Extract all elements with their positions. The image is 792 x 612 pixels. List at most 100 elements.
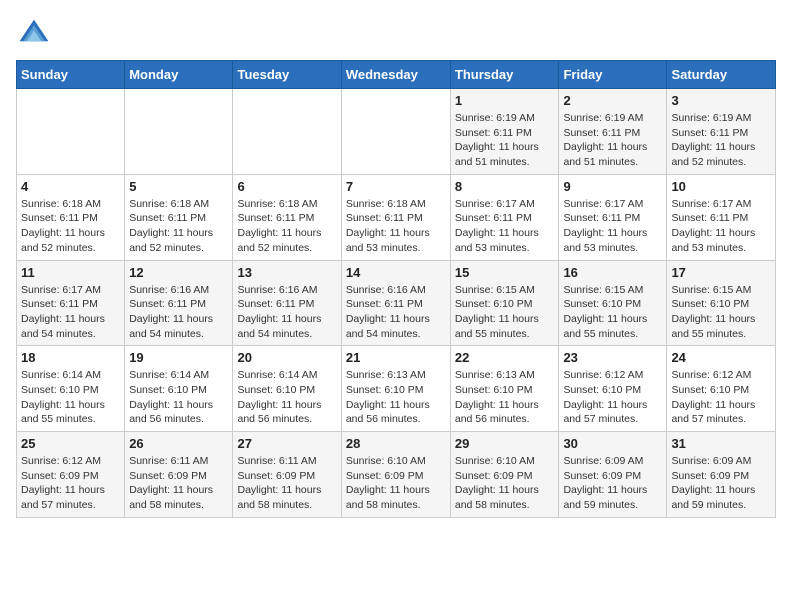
day-info: Sunrise: 6:12 AMSunset: 6:10 PMDaylight:… <box>563 368 662 427</box>
header-sunday: Sunday <box>17 61 125 89</box>
day-info: Sunrise: 6:17 AMSunset: 6:11 PMDaylight:… <box>671 197 771 256</box>
calendar-week-row: 4 Sunrise: 6:18 AMSunset: 6:11 PMDaylight… <box>17 174 776 260</box>
day-info: Sunrise: 6:10 AMSunset: 6:09 PMDaylight:… <box>346 454 446 513</box>
day-info: Sunrise: 6:14 AMSunset: 6:10 PMDaylight:… <box>21 368 120 427</box>
header-friday: Friday <box>559 61 667 89</box>
day-number: 4 <box>21 179 120 194</box>
calendar-cell: 21 Sunrise: 6:13 AMSunset: 6:10 PMDayligh… <box>341 346 450 432</box>
day-info: Sunrise: 6:09 AMSunset: 6:09 PMDaylight:… <box>671 454 771 513</box>
calendar-cell: 13 Sunrise: 6:16 AMSunset: 6:11 PMDayligh… <box>233 260 341 346</box>
calendar-cell: 1 Sunrise: 6:19 AMSunset: 6:11 PMDaylight… <box>450 89 559 175</box>
day-info: Sunrise: 6:14 AMSunset: 6:10 PMDaylight:… <box>237 368 336 427</box>
day-number: 7 <box>346 179 446 194</box>
calendar-cell: 29 Sunrise: 6:10 AMSunset: 6:09 PMDayligh… <box>450 432 559 518</box>
calendar-cell: 26 Sunrise: 6:11 AMSunset: 6:09 PMDayligh… <box>125 432 233 518</box>
calendar-cell: 18 Sunrise: 6:14 AMSunset: 6:10 PMDayligh… <box>17 346 125 432</box>
calendar-cell: 24 Sunrise: 6:12 AMSunset: 6:10 PMDayligh… <box>667 346 776 432</box>
day-number: 12 <box>129 265 228 280</box>
day-number: 17 <box>671 265 771 280</box>
calendar-cell: 8Sunrise: 6:17 AMSunset: 6:11 PMDaylight… <box>450 174 559 260</box>
day-number: 27 <box>237 436 336 451</box>
calendar-cell: 2 Sunrise: 6:19 AMSunset: 6:11 PMDaylight… <box>559 89 667 175</box>
calendar-cell: 3 Sunrise: 6:19 AMSunset: 6:11 PMDaylight… <box>667 89 776 175</box>
calendar-cell <box>341 89 450 175</box>
day-info: Sunrise: 6:13 AMSunset: 6:10 PMDaylight:… <box>346 368 446 427</box>
calendar-cell: 30Sunrise: 6:09 AMSunset: 6:09 PMDayligh… <box>559 432 667 518</box>
calendar-cell: 15Sunrise: 6:15 AMSunset: 6:10 PMDayligh… <box>450 260 559 346</box>
day-info: Sunrise: 6:19 AMSunset: 6:11 PMDaylight:… <box>563 111 662 170</box>
calendar-cell: 27Sunrise: 6:11 AMSunset: 6:09 PMDayligh… <box>233 432 341 518</box>
day-number: 25 <box>21 436 120 451</box>
day-number: 28 <box>346 436 446 451</box>
day-number: 20 <box>237 350 336 365</box>
calendar-cell <box>17 89 125 175</box>
day-info: Sunrise: 6:15 AMSunset: 6:10 PMDaylight:… <box>671 283 771 342</box>
day-number: 22 <box>455 350 555 365</box>
calendar-week-row: 18 Sunrise: 6:14 AMSunset: 6:10 PMDayligh… <box>17 346 776 432</box>
day-info: Sunrise: 6:17 AMSunset: 6:11 PMDaylight:… <box>455 197 555 256</box>
day-info: Sunrise: 6:16 AMSunset: 6:11 PMDaylight:… <box>237 283 336 342</box>
day-number: 10 <box>671 179 771 194</box>
calendar-cell: 20 Sunrise: 6:14 AMSunset: 6:10 PMDayligh… <box>233 346 341 432</box>
calendar-table: SundayMondayTuesdayWednesdayThursdayFrid… <box>16 60 776 518</box>
day-number: 1 <box>455 93 555 108</box>
day-number: 18 <box>21 350 120 365</box>
day-number: 16 <box>563 265 662 280</box>
day-number: 24 <box>671 350 771 365</box>
page-header <box>16 16 776 52</box>
day-number: 13 <box>237 265 336 280</box>
calendar-cell: 11 Sunrise: 6:17 AMSunset: 6:11 PMDayligh… <box>17 260 125 346</box>
calendar-cell <box>125 89 233 175</box>
logo-icon <box>16 16 52 52</box>
calendar-cell: 10 Sunrise: 6:17 AMSunset: 6:11 PMDayligh… <box>667 174 776 260</box>
calendar-cell: 7 Sunrise: 6:18 AMSunset: 6:11 PMDaylight… <box>341 174 450 260</box>
day-info: Sunrise: 6:19 AMSunset: 6:11 PMDaylight:… <box>671 111 771 170</box>
calendar-cell: 16Sunrise: 6:15 AMSunset: 6:10 PMDayligh… <box>559 260 667 346</box>
calendar-cell: 17 Sunrise: 6:15 AMSunset: 6:10 PMDayligh… <box>667 260 776 346</box>
day-info: Sunrise: 6:18 AMSunset: 6:11 PMDaylight:… <box>21 197 120 256</box>
day-info: Sunrise: 6:17 AMSunset: 6:11 PMDaylight:… <box>563 197 662 256</box>
logo <box>16 16 56 52</box>
day-number: 3 <box>671 93 771 108</box>
day-number: 26 <box>129 436 228 451</box>
header-wednesday: Wednesday <box>341 61 450 89</box>
header-thursday: Thursday <box>450 61 559 89</box>
day-info: Sunrise: 6:17 AMSunset: 6:11 PMDaylight:… <box>21 283 120 342</box>
day-number: 23 <box>563 350 662 365</box>
header-monday: Monday <box>125 61 233 89</box>
day-info: Sunrise: 6:11 AMSunset: 6:09 PMDaylight:… <box>129 454 228 513</box>
day-number: 31 <box>671 436 771 451</box>
day-info: Sunrise: 6:12 AMSunset: 6:09 PMDaylight:… <box>21 454 120 513</box>
day-info: Sunrise: 6:14 AMSunset: 6:10 PMDaylight:… <box>129 368 228 427</box>
day-number: 5 <box>129 179 228 194</box>
day-info: Sunrise: 6:18 AMSunset: 6:11 PMDaylight:… <box>237 197 336 256</box>
day-number: 14 <box>346 265 446 280</box>
calendar-cell: 22 Sunrise: 6:13 AMSunset: 6:10 PMDayligh… <box>450 346 559 432</box>
day-number: 11 <box>21 265 120 280</box>
day-number: 30 <box>563 436 662 451</box>
day-number: 29 <box>455 436 555 451</box>
calendar-cell: 14 Sunrise: 6:16 AMSunset: 6:11 PMDayligh… <box>341 260 450 346</box>
day-number: 2 <box>563 93 662 108</box>
calendar-cell: 4 Sunrise: 6:18 AMSunset: 6:11 PMDaylight… <box>17 174 125 260</box>
calendar-week-row: 11 Sunrise: 6:17 AMSunset: 6:11 PMDayligh… <box>17 260 776 346</box>
day-info: Sunrise: 6:13 AMSunset: 6:10 PMDaylight:… <box>455 368 555 427</box>
day-number: 19 <box>129 350 228 365</box>
day-info: Sunrise: 6:18 AMSunset: 6:11 PMDaylight:… <box>346 197 446 256</box>
day-info: Sunrise: 6:16 AMSunset: 6:11 PMDaylight:… <box>129 283 228 342</box>
day-info: Sunrise: 6:16 AMSunset: 6:11 PMDaylight:… <box>346 283 446 342</box>
day-info: Sunrise: 6:19 AMSunset: 6:11 PMDaylight:… <box>455 111 555 170</box>
calendar-cell: 19 Sunrise: 6:14 AMSunset: 6:10 PMDayligh… <box>125 346 233 432</box>
calendar-cell: 23 Sunrise: 6:12 AMSunset: 6:10 PMDayligh… <box>559 346 667 432</box>
header-tuesday: Tuesday <box>233 61 341 89</box>
day-number: 21 <box>346 350 446 365</box>
calendar-week-row: 1 Sunrise: 6:19 AMSunset: 6:11 PMDaylight… <box>17 89 776 175</box>
day-info: Sunrise: 6:10 AMSunset: 6:09 PMDaylight:… <box>455 454 555 513</box>
calendar-cell: 28 Sunrise: 6:10 AMSunset: 6:09 PMDayligh… <box>341 432 450 518</box>
day-number: 6 <box>237 179 336 194</box>
day-info: Sunrise: 6:12 AMSunset: 6:10 PMDaylight:… <box>671 368 771 427</box>
day-number: 9 <box>563 179 662 194</box>
calendar-header-row: SundayMondayTuesdayWednesdayThursdayFrid… <box>17 61 776 89</box>
calendar-cell: 5Sunrise: 6:18 AMSunset: 6:11 PMDaylight… <box>125 174 233 260</box>
calendar-week-row: 25 Sunrise: 6:12 AMSunset: 6:09 PMDayligh… <box>17 432 776 518</box>
